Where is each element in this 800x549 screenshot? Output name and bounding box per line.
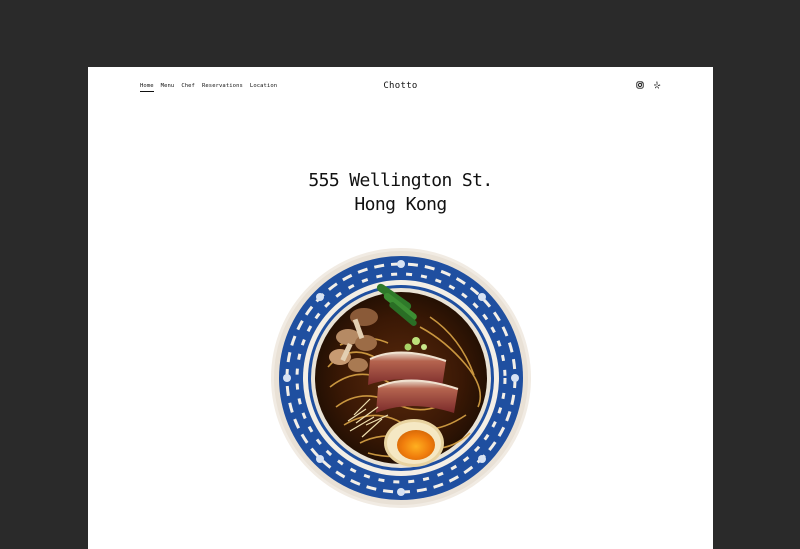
yelp-icon[interactable] [653,81,661,89]
instagram-icon[interactable] [636,81,644,89]
ramen-bowl-image [271,248,531,508]
address-heading: 555 Wellington St. Hong Kong [88,169,713,217]
social-links [636,81,661,89]
site-logo[interactable]: Chotto [88,81,713,91]
address-line-1: 555 Wellington St. [308,170,493,191]
address-line-2: Hong Kong [354,194,447,215]
website-frame: Home Menu Chef Reservations Location Cho… [88,67,713,549]
